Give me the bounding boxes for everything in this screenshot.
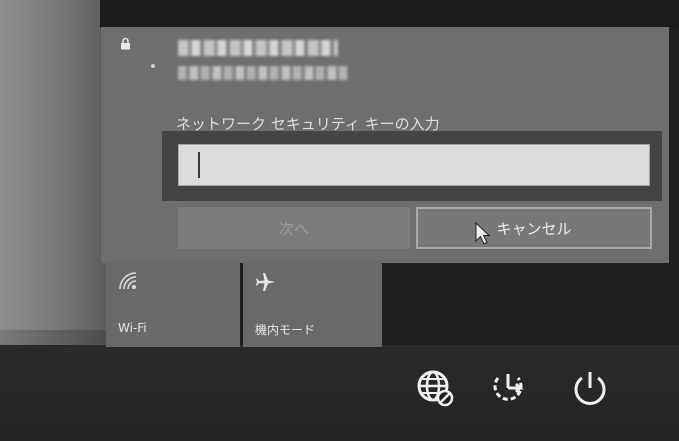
next-button[interactable]: 次へ [178,207,410,249]
airplane-mode-tile[interactable]: 機内モード [243,261,382,347]
wifi-icon [119,272,137,290]
network-name-blurred [178,40,338,56]
airplane-icon [256,273,275,291]
mouse-cursor-icon [475,222,491,245]
globe-network-icon[interactable] [415,368,455,408]
network-status-blurred [178,66,348,80]
top-strip [100,0,679,28]
security-key-input[interactable] [178,144,650,186]
power-icon[interactable] [570,368,610,408]
wifi-tile[interactable]: Wi-Fi [106,261,240,347]
cancel-button[interactable]: キャンセル [416,207,652,249]
status-dot [151,64,155,68]
lock-icon [121,37,130,50]
text-caret [198,152,200,178]
airplane-tile-label: 機内モード [255,323,316,337]
sleep-icon[interactable] [488,368,528,408]
wifi-tile-label: Wi-Fi [118,321,147,335]
